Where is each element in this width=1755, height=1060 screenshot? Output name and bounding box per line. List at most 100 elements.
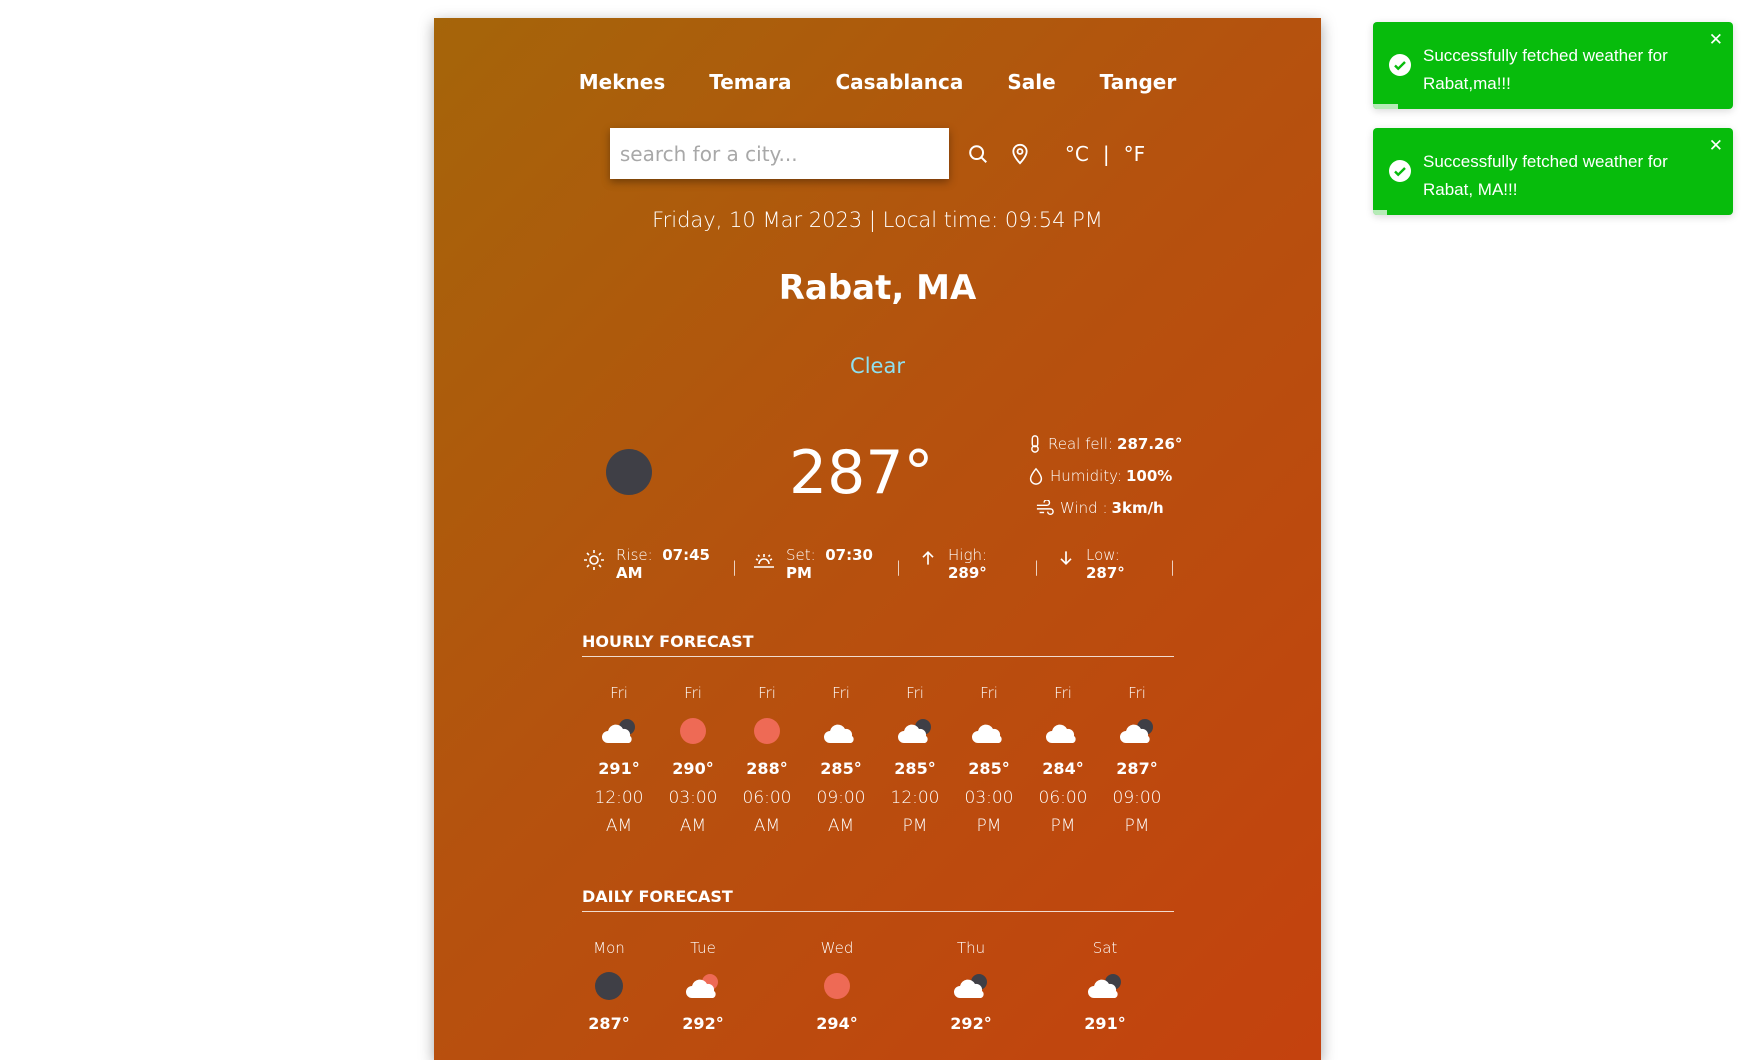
daily-forecast-item: Thu 292° xyxy=(904,939,1038,1039)
wind-value: 3km/h xyxy=(1111,499,1164,517)
sun-icon xyxy=(754,718,780,744)
real-feel-value: 287.26° xyxy=(1117,435,1183,453)
separator: | xyxy=(1170,558,1176,576)
forecast-icon-wrap xyxy=(1100,708,1174,754)
current-temperature: 287° xyxy=(789,438,934,508)
forecast-day: Fri xyxy=(1128,684,1146,702)
cloudy-night-icon xyxy=(602,719,635,743)
cloudy-night-icon xyxy=(1088,974,1121,998)
check-circle-icon xyxy=(1389,54,1411,76)
hourly-forecast-item: Fri 291° 12:00 AM xyxy=(582,684,656,840)
forecast-ampm: AM xyxy=(679,816,707,836)
forecast-temp: 288° xyxy=(746,759,788,778)
toast-message: Successfully fetched weather for Rabat, … xyxy=(1423,152,1668,199)
celsius-button[interactable]: °C xyxy=(1065,142,1089,166)
sunset-label: Set: xyxy=(786,546,816,564)
forecast-temp: 292° xyxy=(950,1014,992,1033)
city-link-meknes[interactable]: Meknes xyxy=(579,70,665,94)
close-icon[interactable]: ✕ xyxy=(1709,30,1723,50)
forecast-time: 03:00 xyxy=(668,788,718,808)
forecast-day: Fri xyxy=(1054,684,1072,702)
cloud-icon xyxy=(972,724,1002,743)
hourly-forecast-title: HOURLY FORECAST xyxy=(582,632,754,651)
city-link-tanger[interactable]: Tanger xyxy=(1100,70,1177,94)
search-icon[interactable] xyxy=(965,141,991,167)
location-pin-icon[interactable] xyxy=(1007,141,1033,167)
daily-forecast-item: Sat 291° xyxy=(1038,939,1172,1039)
forecast-ampm: PM xyxy=(902,816,928,836)
divider xyxy=(582,911,1174,912)
forecast-temp: 285° xyxy=(820,759,862,778)
hourly-forecast-item: Fri 285° 03:00 PM xyxy=(952,684,1026,840)
forecast-icon-wrap xyxy=(656,708,730,754)
partly-cloudy-day-icon xyxy=(686,974,718,998)
sunrise-icon xyxy=(584,550,604,570)
forecast-icon-wrap xyxy=(1038,963,1172,1009)
sunrise-value: 07:45 xyxy=(662,546,710,564)
sunset-value: 07:30 xyxy=(825,546,873,564)
forecast-temp: 287° xyxy=(588,1014,630,1033)
forecast-day: Wed xyxy=(820,939,854,957)
forecast-ampm: PM xyxy=(1124,816,1150,836)
search-input[interactable] xyxy=(609,128,949,179)
thermometer-icon xyxy=(1031,435,1039,453)
forecast-temp: 291° xyxy=(598,759,640,778)
high-label: High: xyxy=(948,546,988,564)
forecast-time: 09:00 xyxy=(1112,788,1162,808)
sunset-item: Set: 07:30 PM xyxy=(752,546,873,582)
forecast-day: Fri xyxy=(684,684,702,702)
forecast-temp: 285° xyxy=(968,759,1010,778)
success-toast[interactable]: Successfully fetched weather for Rabat,m… xyxy=(1373,22,1733,109)
arrow-down-icon xyxy=(1060,551,1072,566)
forecast-icon-wrap xyxy=(904,963,1038,1009)
forecast-icon-wrap xyxy=(952,708,1026,754)
forecast-ampm: PM xyxy=(976,816,1002,836)
low-temp-item: Low: 287° xyxy=(1056,546,1125,582)
forecast-icon-wrap xyxy=(770,963,904,1009)
low-label: Low: xyxy=(1086,546,1120,564)
toast-progress-bar xyxy=(1373,104,1399,109)
forecast-day: Mon xyxy=(593,939,625,957)
cloud-icon xyxy=(1046,724,1076,743)
city-link-temara[interactable]: Temara xyxy=(709,70,791,94)
city-link-casablanca[interactable]: Casablanca xyxy=(836,70,964,94)
forecast-time: 03:00 xyxy=(964,788,1014,808)
forecast-day: Sat xyxy=(1092,939,1118,957)
high-temp-item: High: 289° xyxy=(918,546,987,582)
high-value: 289° xyxy=(948,564,987,582)
toast-message: Successfully fetched weather for Rabat,m… xyxy=(1423,46,1668,93)
low-value: 287° xyxy=(1086,564,1125,582)
hourly-forecast-item: Fri 284° 06:00 PM xyxy=(1026,684,1100,840)
forecast-day: Fri xyxy=(980,684,998,702)
forecast-ampm: AM xyxy=(827,816,855,836)
night-clear-icon xyxy=(595,972,623,1000)
humidity-row: Humidity: 100% xyxy=(1028,460,1182,492)
cloudy-night-icon xyxy=(1120,719,1153,743)
wind-icon xyxy=(1036,500,1054,515)
success-toast[interactable]: Successfully fetched weather for Rabat, … xyxy=(1373,128,1733,215)
forecast-time: 09:00 xyxy=(816,788,866,808)
forecast-temp: 284° xyxy=(1042,759,1084,778)
humidity-value: 100% xyxy=(1125,467,1173,485)
fahrenheit-button[interactable]: °F xyxy=(1124,142,1146,166)
cloudy-night-icon xyxy=(898,719,931,743)
forecast-day: Fri xyxy=(758,684,776,702)
forecast-icon-wrap xyxy=(636,963,770,1009)
forecast-time: 12:00 xyxy=(594,788,644,808)
weather-details: Real fell: 287.26° Humidity: 100% Wind :… xyxy=(1028,428,1182,524)
close-icon[interactable]: ✕ xyxy=(1709,136,1723,156)
city-link-sale[interactable]: Sale xyxy=(1007,70,1055,94)
forecast-temp: 291° xyxy=(1084,1014,1126,1033)
search-row: °C | °F xyxy=(434,128,1321,179)
weather-app: Meknes Temara Casablanca Sale Tanger °C … xyxy=(434,18,1321,1060)
droplet-icon xyxy=(1029,467,1043,485)
sun-icon xyxy=(680,718,706,744)
city-title: Rabat, MA xyxy=(778,268,977,308)
hourly-forecast-item: Fri 290° 03:00 AM xyxy=(656,684,730,840)
hourly-forecast-item: Fri 287° 09:00 PM xyxy=(1100,684,1174,840)
sun-icon xyxy=(824,973,850,999)
daily-forecast: Mon 287° Tue 292° Wed 294° Thu 292° Sat 291° xyxy=(582,939,1174,1039)
hourly-forecast-item: Fri 288° 06:00 AM xyxy=(730,684,804,840)
forecast-day: Fri xyxy=(832,684,850,702)
forecast-ampm: AM xyxy=(605,816,633,836)
